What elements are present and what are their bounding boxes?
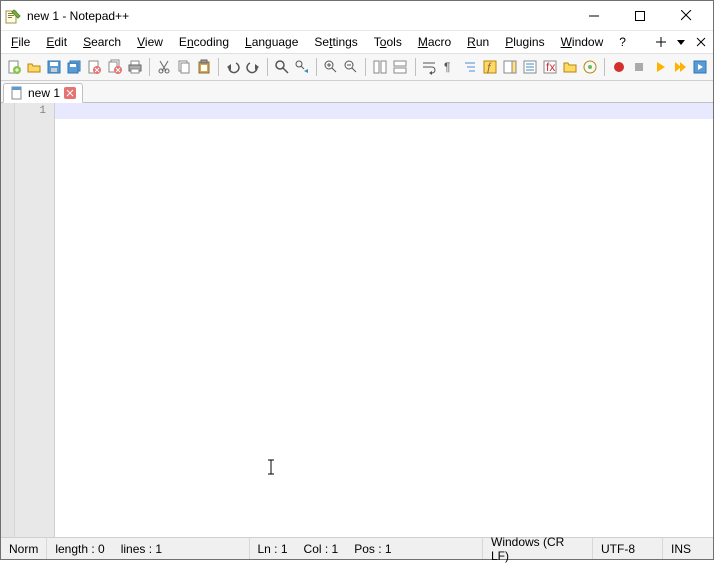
svg-text:fx: fx xyxy=(546,60,555,74)
ibeam-cursor-icon xyxy=(267,459,275,475)
window-title: new 1 - Notepad++ xyxy=(27,9,571,23)
close-file-button[interactable] xyxy=(692,33,710,51)
zoom-out-icon[interactable] xyxy=(342,57,360,77)
new-doc-plus-button[interactable] xyxy=(652,33,670,51)
word-wrap-icon[interactable] xyxy=(420,57,438,77)
redo-icon[interactable] xyxy=(244,57,262,77)
maximize-button[interactable] xyxy=(617,2,663,30)
status-length: length : 0 xyxy=(47,538,112,559)
status-insert-mode[interactable]: INS xyxy=(663,538,713,559)
menu-settings[interactable]: Settings xyxy=(306,33,365,51)
menu-plugins[interactable]: Plugins xyxy=(497,33,552,51)
record-macro-icon[interactable] xyxy=(610,57,628,77)
svg-text:ƒ: ƒ xyxy=(486,60,493,74)
close-all-icon[interactable] xyxy=(106,57,124,77)
doc-map-icon[interactable] xyxy=(501,57,519,77)
new-file-icon[interactable] xyxy=(5,57,23,77)
stop-macro-icon[interactable] xyxy=(630,57,648,77)
status-encoding[interactable]: UTF-8 xyxy=(593,538,663,559)
cut-icon[interactable] xyxy=(155,57,173,77)
status-lines: lines : 1 xyxy=(113,538,250,559)
menu-language[interactable]: Language xyxy=(237,33,306,51)
replace-icon[interactable] xyxy=(293,57,311,77)
save-file-icon[interactable] xyxy=(45,57,63,77)
menu-file[interactable]: File xyxy=(3,33,38,51)
svg-text:¶: ¶ xyxy=(444,60,450,74)
show-all-chars-icon[interactable]: ¶ xyxy=(441,57,459,77)
menu-edit[interactable]: Edit xyxy=(38,33,75,51)
monitoring-icon[interactable] xyxy=(581,57,599,77)
sync-v-icon[interactable] xyxy=(371,57,389,77)
copy-icon[interactable] xyxy=(175,57,193,77)
close-window-button[interactable] xyxy=(663,2,709,30)
menu-encoding[interactable]: Encoding xyxy=(171,33,237,51)
file-tab[interactable]: new 1 xyxy=(3,83,83,103)
paste-icon[interactable] xyxy=(195,57,213,77)
sync-h-icon[interactable] xyxy=(391,57,409,77)
minimize-button[interactable] xyxy=(571,2,617,30)
close-file-icon[interactable] xyxy=(85,57,103,77)
undo-icon[interactable] xyxy=(224,57,242,77)
play-multi-icon[interactable] xyxy=(671,57,689,77)
tab-label: new 1 xyxy=(28,86,60,100)
menu-tools[interactable]: Tools xyxy=(366,33,410,51)
text-editor[interactable] xyxy=(55,103,713,537)
print-icon[interactable] xyxy=(126,57,144,77)
dropdown-button[interactable] xyxy=(672,33,690,51)
save-all-icon[interactable] xyxy=(65,57,83,77)
play-macro-icon[interactable] xyxy=(651,57,669,77)
app-icon xyxy=(5,8,21,24)
doc-list-icon[interactable] xyxy=(521,57,539,77)
zoom-in-icon[interactable] xyxy=(322,57,340,77)
tab-close-icon[interactable] xyxy=(64,87,76,99)
status-eol[interactable]: Windows (CR LF) xyxy=(483,538,593,559)
folder-workspace-icon[interactable] xyxy=(561,57,579,77)
status-col: Col : 1 xyxy=(296,538,347,559)
menu-help[interactable]: ? xyxy=(611,33,634,51)
status-ln: Ln : 1 xyxy=(250,538,296,559)
line-number: 1 xyxy=(15,103,54,119)
status-pos: Pos : 1 xyxy=(346,538,483,559)
status-norm: Norm xyxy=(1,538,47,559)
menu-view[interactable]: View xyxy=(129,33,171,51)
function-list-icon[interactable]: fx xyxy=(541,57,559,77)
indent-guide-icon[interactable] xyxy=(461,57,479,77)
menu-search[interactable]: Search xyxy=(75,33,129,51)
menu-window[interactable]: Window xyxy=(553,33,612,51)
editor-margin xyxy=(1,103,15,537)
find-icon[interactable] xyxy=(273,57,291,77)
save-macro-icon[interactable] xyxy=(691,57,709,77)
udl-icon[interactable]: ƒ xyxy=(481,57,499,77)
open-file-icon[interactable] xyxy=(25,57,43,77)
menu-macro[interactable]: Macro xyxy=(410,33,459,51)
current-line-highlight xyxy=(55,103,713,119)
file-icon xyxy=(10,86,24,100)
menu-run[interactable]: Run xyxy=(459,33,497,51)
line-number-gutter[interactable]: 1 xyxy=(15,103,55,537)
